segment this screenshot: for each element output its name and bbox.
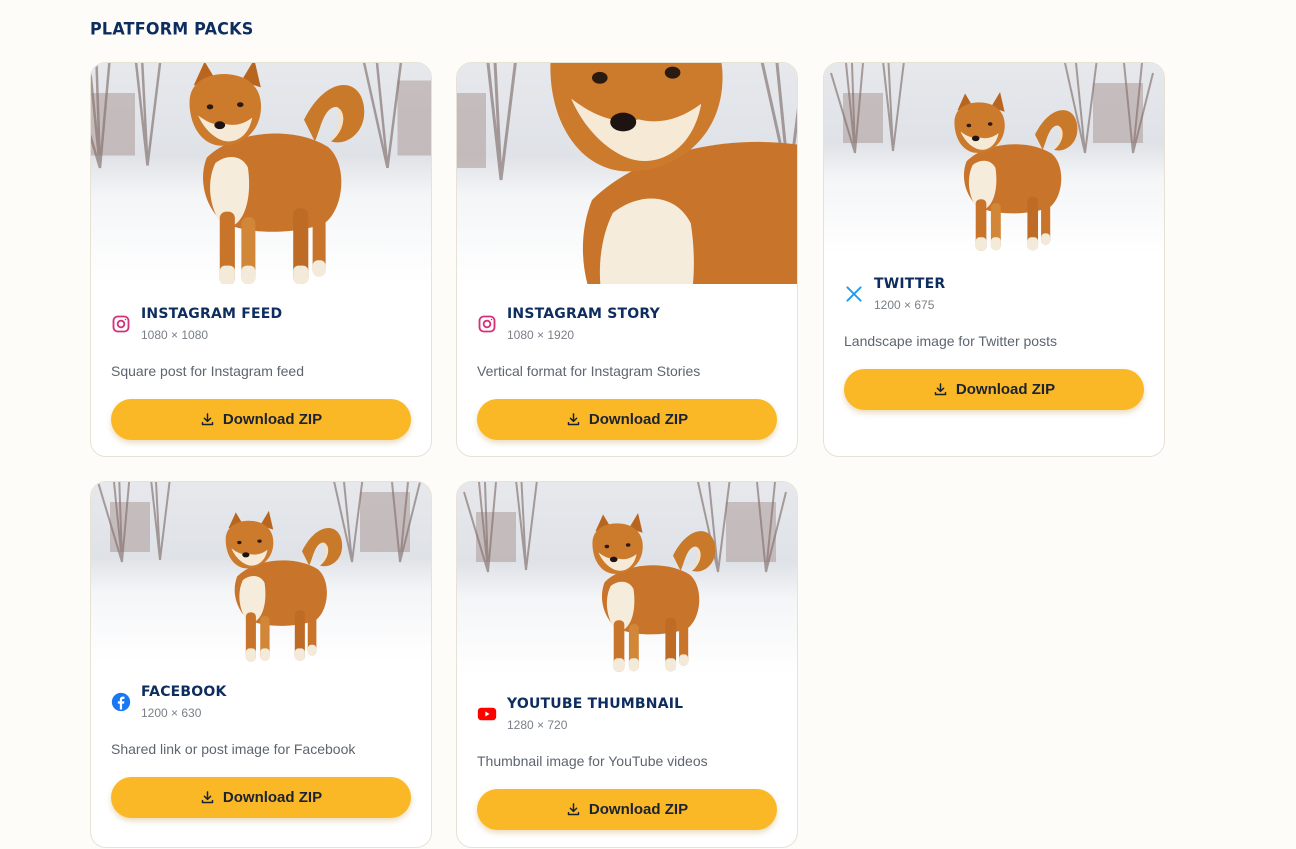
download-zip-button[interactable]: Download ZIP — [111, 399, 411, 440]
preview-image — [91, 482, 431, 662]
card-facebook: FACEBOOK 1200 × 630 Shared link or post … — [90, 481, 432, 848]
card-title: FACEBOOK — [141, 684, 227, 700]
download-zip-button[interactable]: Download ZIP — [844, 369, 1144, 410]
download-label: Download ZIP — [955, 381, 1056, 398]
card-dimensions: 1280 × 720 — [507, 718, 568, 732]
card-description: Vertical format for Instagram Stories — [477, 363, 701, 379]
facebook-icon — [111, 692, 131, 712]
download-label: Download ZIP — [588, 801, 689, 818]
card-description: Shared link or post image for Facebook — [111, 741, 356, 757]
preview-image — [457, 482, 797, 675]
card-description: Landscape image for Twitter posts — [844, 333, 1057, 349]
card-instagram-feed: INSTAGRAM FEED 1080 × 1080 Square post f… — [90, 62, 432, 457]
download-icon — [566, 802, 581, 817]
youtube-icon — [477, 704, 497, 724]
preview-image — [824, 63, 1164, 255]
section-title: PLATFORM PACKS — [90, 18, 254, 39]
download-icon — [200, 790, 215, 805]
card-title: TWITTER — [874, 276, 946, 292]
card-dimensions: 1080 × 1080 — [141, 328, 209, 342]
download-label: Download ZIP — [222, 411, 323, 428]
instagram-icon — [111, 314, 131, 334]
card-description: Thumbnail image for YouTube videos — [477, 753, 708, 769]
card-dimensions: 1200 × 675 — [874, 298, 935, 312]
preview-image — [91, 63, 431, 284]
card-dimensions: 1200 × 630 — [141, 706, 202, 720]
download-zip-button[interactable]: Download ZIP — [477, 399, 777, 440]
download-icon — [200, 412, 215, 427]
instagram-icon — [477, 314, 497, 334]
download-zip-button[interactable]: Download ZIP — [111, 777, 411, 818]
card-youtube-thumbnail: YOUTUBE THUMBNAIL 1280 × 720 Thumbnail i… — [456, 481, 798, 848]
card-instagram-story: INSTAGRAM STORY 1080 × 1920 Vertical for… — [456, 62, 798, 457]
download-zip-button[interactable]: Download ZIP — [477, 789, 777, 830]
download-label: Download ZIP — [222, 789, 323, 806]
card-title: INSTAGRAM FEED — [141, 306, 283, 322]
download-icon — [933, 382, 948, 397]
card-twitter: TWITTER 1200 × 675 Landscape image for T… — [823, 62, 1165, 457]
card-description: Square post for Instagram feed — [111, 363, 304, 379]
card-dimensions: 1080 × 1920 — [507, 328, 575, 342]
x-twitter-icon — [844, 284, 864, 304]
download-icon — [566, 412, 581, 427]
preview-image — [457, 63, 797, 284]
card-title: YOUTUBE THUMBNAIL — [507, 696, 684, 712]
card-title: INSTAGRAM STORY — [507, 306, 660, 322]
download-label: Download ZIP — [588, 411, 689, 428]
